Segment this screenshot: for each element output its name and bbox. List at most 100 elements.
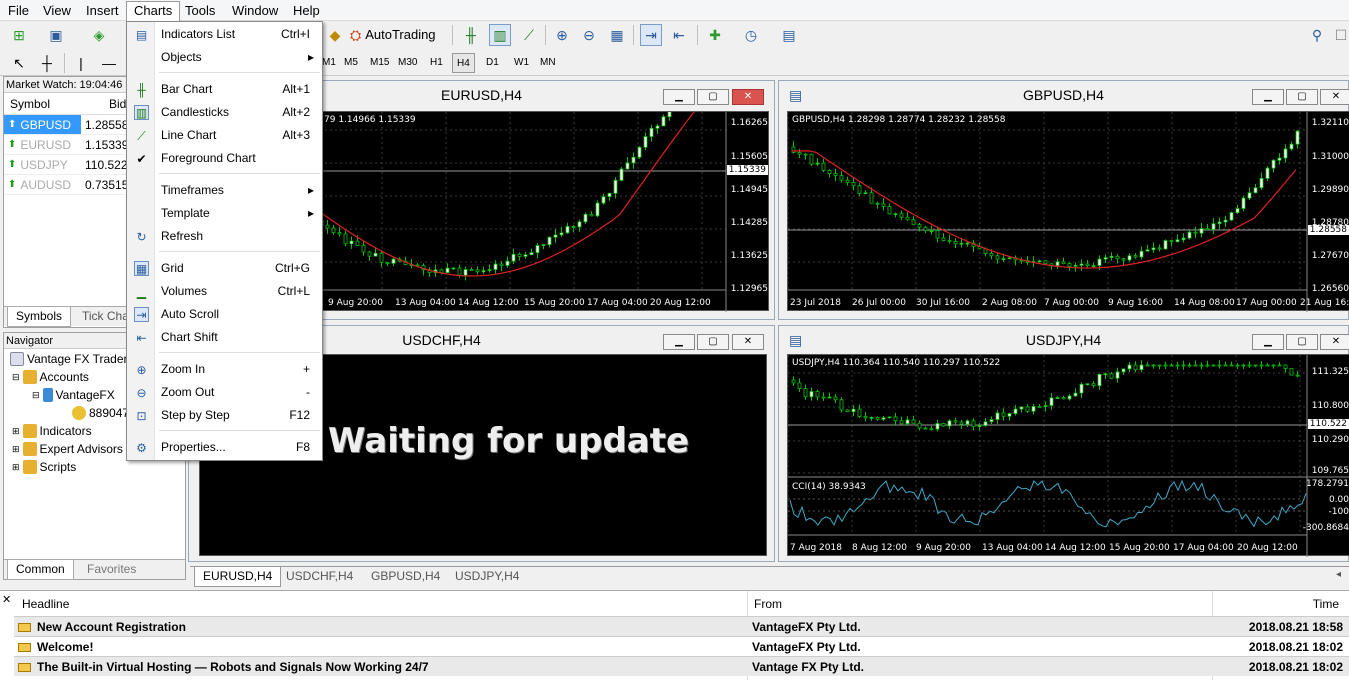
- menu-charts[interactable]: Charts: [126, 1, 181, 21]
- minimize-button[interactable]: ▁: [1252, 334, 1284, 350]
- nav-expert-advisors[interactable]: ⊞ Expert Advisors: [12, 442, 123, 456]
- menu-item-volumes[interactable]: ▁ Volumes Ctrl+L: [127, 280, 322, 302]
- profiles-icon[interactable]: ▣: [45, 24, 67, 46]
- menu-item-zoom-in[interactable]: ⊕ Zoom In +: [127, 358, 322, 380]
- menu-window[interactable]: Window: [225, 2, 285, 20]
- menu-item-zoom-out[interactable]: ⊖ Zoom Out -: [127, 381, 322, 403]
- indicators-icon[interactable]: ✚: [704, 24, 726, 46]
- menu-item-properties[interactable]: ⚙ Properties... F8: [127, 436, 322, 458]
- chart-canvas-gbpusd[interactable]: GBPUSD,H4 1.28298 1.28774 1.28232 1.2855…: [787, 111, 1349, 312]
- nav-account[interactable]: 889047: [72, 406, 129, 420]
- minimize-button[interactable]: ▁: [663, 89, 695, 105]
- col-headline[interactable]: Headline: [22, 597, 69, 611]
- menu-item-grid[interactable]: ▦ Grid Ctrl+G: [127, 257, 322, 279]
- horizontal-line-icon[interactable]: —: [98, 52, 120, 74]
- auto-scroll-icon: ⇥: [134, 307, 149, 322]
- menu-view[interactable]: View: [36, 2, 78, 20]
- tab-favorites[interactable]: Favorites: [79, 560, 144, 580]
- col-from[interactable]: From: [754, 597, 782, 611]
- chart-canvas-usdjpy[interactable]: USDJPY,H4 110.364 110.540 110.297 110.52…: [787, 354, 1349, 557]
- tf-m15[interactable]: M15: [366, 53, 393, 73]
- close-button[interactable]: ✕: [1320, 334, 1349, 350]
- candlesticks-icon[interactable]: ▥: [489, 24, 511, 46]
- vertical-line-icon[interactable]: |: [70, 52, 92, 74]
- line-chart-icon[interactable]: ⟋: [518, 24, 540, 46]
- zoom-out-icon[interactable]: ⊖: [578, 24, 600, 46]
- strategy-tester-icon[interactable]: ◆: [324, 24, 346, 46]
- chat-icon[interactable]: ☐: [1330, 24, 1349, 46]
- menu-item-line-chart[interactable]: ⟋ Line Chart Alt+3: [127, 124, 322, 146]
- nav-server[interactable]: ⊟ VantageFX: [32, 388, 115, 402]
- menu-item-objects[interactable]: Objects ▸: [127, 46, 322, 68]
- close-button[interactable]: ✕: [732, 334, 764, 350]
- tile-windows-icon[interactable]: ▦: [606, 24, 628, 46]
- tf-m30[interactable]: M30: [394, 53, 421, 73]
- news-row[interactable]: The Built-in Virtual Hosting — Robots an…: [14, 656, 1349, 676]
- maximize-button[interactable]: ▢: [697, 89, 729, 105]
- chart-window-gbpusd[interactable]: ▤ GBPUSD,H4 ▁ ▢ ✕ GBPUSD,H4 1.28298 1.28…: [778, 80, 1349, 320]
- news-row[interactable]: New Account Registration VantageFX Pty L…: [14, 616, 1349, 636]
- nav-root[interactable]: Vantage FX Trader: [10, 352, 128, 366]
- menu-item-auto-scroll[interactable]: ⇥ Auto Scroll: [127, 303, 322, 325]
- auto-scroll-icon[interactable]: ⇥: [640, 24, 662, 46]
- menu-item-indicators-list[interactable]: ▤ Indicators List Ctrl+I: [127, 23, 322, 45]
- candle: [487, 264, 492, 273]
- new-chart-icon[interactable]: ⊞: [8, 24, 30, 46]
- autotrading-button[interactable]: ⛭ AutoTrading: [350, 24, 436, 46]
- market-watch-icon[interactable]: ◈: [88, 24, 110, 46]
- candle: [529, 248, 534, 256]
- tf-mn[interactable]: MN: [536, 53, 560, 73]
- templates-icon[interactable]: ▤: [778, 24, 800, 46]
- chart-tab-gbpusd[interactable]: GBPUSD,H4: [363, 567, 448, 587]
- tab-symbols[interactable]: Symbols: [7, 307, 72, 327]
- tf-h1[interactable]: H1: [426, 53, 447, 73]
- candle: [1241, 196, 1246, 212]
- menu-item-candlesticks[interactable]: ▥ Candlesticks Alt+2: [127, 101, 322, 123]
- minimize-button[interactable]: ▁: [663, 334, 695, 350]
- menu-item-chart-shift[interactable]: ⇤ Chart Shift: [127, 326, 322, 348]
- candle: [1187, 230, 1192, 240]
- close-button[interactable]: ✕: [732, 89, 764, 105]
- menu-file[interactable]: File: [1, 2, 36, 20]
- chart-shift-icon[interactable]: ⇤: [668, 24, 690, 46]
- candle: [875, 416, 880, 421]
- chart-tab-eurusd[interactable]: EURUSD,H4: [194, 567, 282, 587]
- search-icon[interactable]: ⚲: [1306, 24, 1328, 46]
- menu-item-timeframes[interactable]: Timeframes ▸: [127, 179, 322, 201]
- menu-item-foreground-chart[interactable]: ✔ Foreground Chart: [127, 147, 322, 169]
- crosshair-icon[interactable]: ┼: [36, 52, 58, 74]
- menu-item-bar-chart[interactable]: ╫ Bar Chart Alt+1: [127, 78, 322, 100]
- news-row[interactable]: Welcome! VantageFX Pty Ltd. 2018.08.21 1…: [14, 636, 1349, 656]
- bar-chart-icon[interactable]: ╫: [460, 24, 482, 46]
- close-button[interactable]: ✕: [1320, 89, 1349, 105]
- menu-tools[interactable]: Tools: [178, 2, 222, 20]
- col-symbol[interactable]: Symbol: [4, 93, 81, 114]
- cursor-icon[interactable]: ↖: [8, 52, 30, 74]
- close-terminal-icon[interactable]: ✕: [2, 593, 11, 606]
- tf-d1[interactable]: D1: [482, 53, 503, 73]
- tabs-scroll-icon[interactable]: ◂: [1336, 569, 1341, 580]
- chart-tab-usdjpy[interactable]: USDJPY,H4: [447, 567, 527, 587]
- user-icon: [72, 406, 86, 420]
- minimize-button[interactable]: ▁: [1252, 89, 1284, 105]
- nav-indicators[interactable]: ⊞ Indicators: [12, 424, 92, 438]
- menu-item-template[interactable]: Template ▸: [127, 202, 322, 224]
- maximize-button[interactable]: ▢: [1286, 89, 1318, 105]
- menu-item-refresh[interactable]: ↻ Refresh: [127, 225, 322, 247]
- col-time[interactable]: Time: [1313, 597, 1339, 611]
- chart-window-usdjpy[interactable]: ▤ USDJPY,H4 ▁ ▢ ✕ USDJPY,H4 110.364 110.…: [778, 325, 1349, 562]
- tf-w1[interactable]: W1: [510, 53, 533, 73]
- chart-tab-usdchf[interactable]: USDCHF,H4: [278, 567, 361, 587]
- menu-help[interactable]: Help: [286, 2, 327, 20]
- periods-icon[interactable]: ◷: [740, 24, 762, 46]
- maximize-button[interactable]: ▢: [697, 334, 729, 350]
- tf-m5[interactable]: M5: [340, 53, 362, 73]
- zoom-in-icon[interactable]: ⊕: [551, 24, 573, 46]
- menu-insert[interactable]: Insert: [79, 2, 126, 20]
- nav-scripts[interactable]: ⊞ Scripts: [12, 460, 76, 474]
- maximize-button[interactable]: ▢: [1286, 334, 1318, 350]
- nav-accounts[interactable]: ⊟ Accounts: [12, 370, 89, 384]
- menu-item-step-by-step[interactable]: ⊡ Step by Step F12: [127, 404, 322, 426]
- tab-common[interactable]: Common: [7, 560, 74, 580]
- tf-h4[interactable]: H4: [452, 53, 475, 73]
